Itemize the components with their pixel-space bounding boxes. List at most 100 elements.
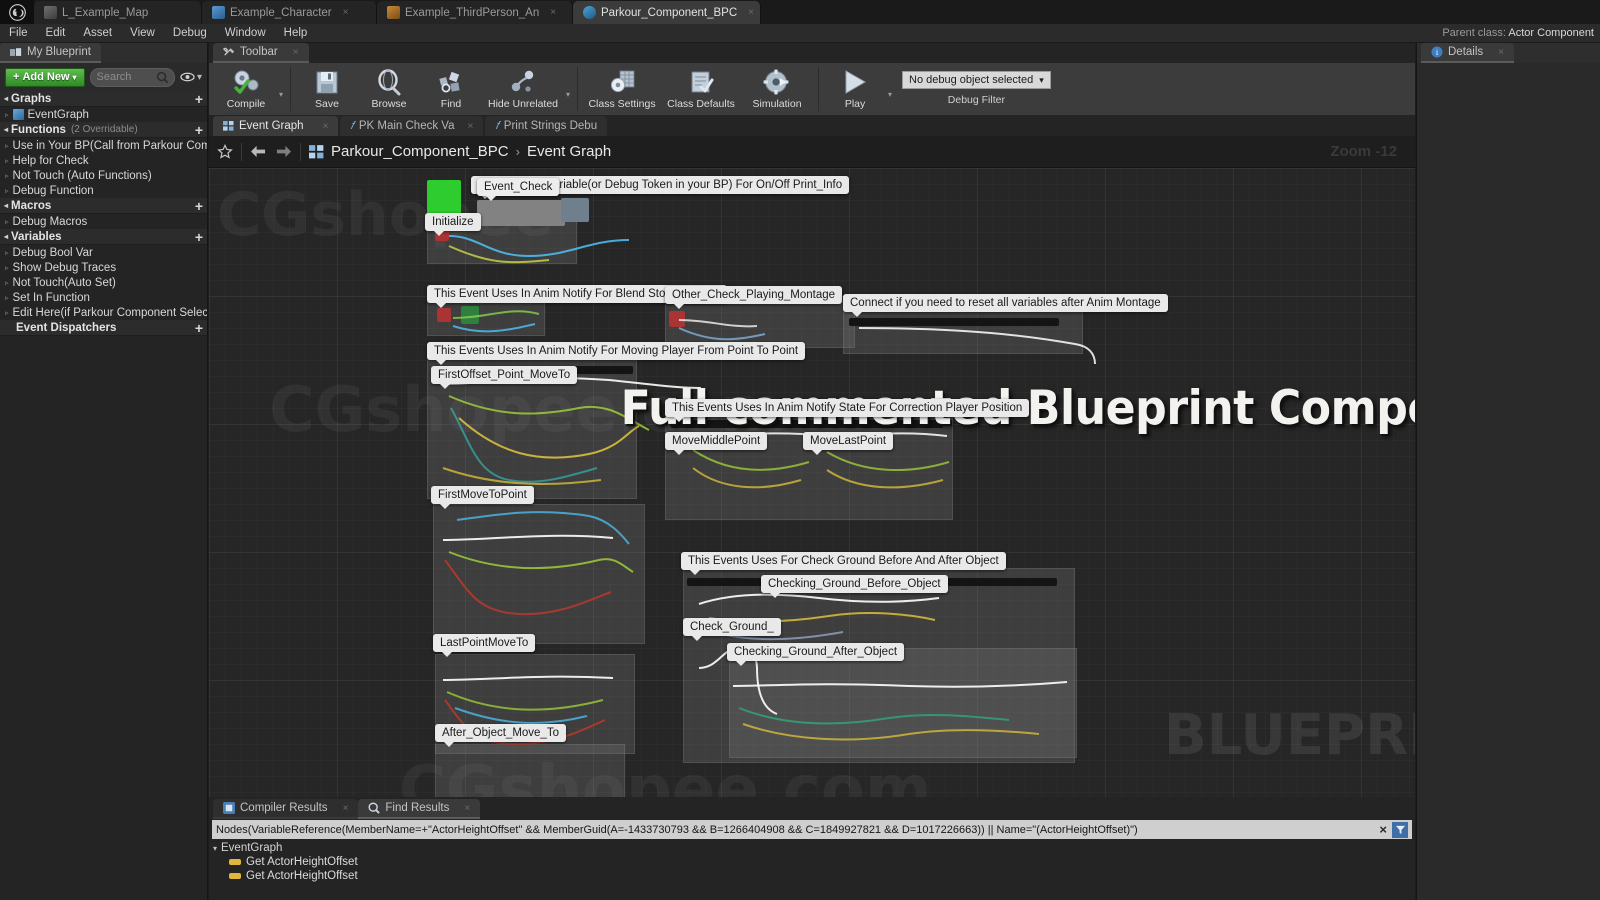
window-tab-2[interactable]: Example_ThirdPerson_An × (377, 1, 573, 24)
panel-close-icon[interactable]: × (293, 47, 299, 58)
expand-icon[interactable]: ▹ (5, 264, 9, 272)
expand-icon[interactable]: ▹ (5, 187, 9, 195)
section-header-functions[interactable]: ◂ Functions (2 Overridable) + (0, 122, 207, 138)
add-dispatcher-icon[interactable]: + (195, 322, 203, 334)
visibility-filter-button[interactable]: ▾ (180, 72, 202, 83)
node-comment-label[interactable]: FirstOffset_Point_MoveTo (431, 366, 577, 384)
tab-close-icon[interactable]: × (464, 803, 470, 814)
blueprint-node[interactable] (561, 198, 589, 222)
node-comment-label[interactable]: Checking_Ground_Before_Object (761, 575, 948, 593)
menu-view[interactable]: View (121, 24, 164, 42)
expand-icon[interactable]: ▹ (5, 279, 9, 287)
node-comment-label[interactable]: This Events Uses For Check Ground Before… (681, 552, 1006, 570)
class-defaults-button[interactable]: Class Defaults (661, 65, 741, 110)
node-comment-label[interactable]: Initialize (425, 213, 481, 231)
list-item[interactable]: ▹Help for Check (0, 153, 207, 168)
menu-edit[interactable]: Edit (37, 24, 75, 42)
list-item[interactable]: ▹Show Debug Traces (0, 260, 207, 275)
tab-toolbar[interactable]: Toolbar × (213, 43, 309, 63)
expand-icon[interactable]: ▹ (5, 172, 9, 180)
save-button[interactable]: Save (296, 65, 358, 110)
menu-asset[interactable]: Asset (74, 24, 121, 42)
node-comment-label[interactable]: FirstMoveToPoint (431, 486, 534, 504)
find-search-input[interactable]: Nodes(VariableReference(MemberName=+"Act… (212, 820, 1412, 839)
compile-dropdown-icon[interactable]: ▾ (279, 82, 283, 99)
clear-search-icon[interactable]: × (1379, 822, 1387, 837)
node-comment-box[interactable] (433, 504, 645, 644)
window-tab-0[interactable]: L_Example_Map (34, 1, 202, 24)
tab-compiler-results[interactable]: Compiler Results × (213, 799, 358, 819)
node-comment-label[interactable]: MoveLastPoint (803, 432, 893, 450)
menu-help[interactable]: Help (275, 24, 317, 42)
tab-close-icon[interactable]: × (468, 121, 474, 132)
tab-close-icon[interactable]: × (748, 7, 754, 18)
list-item[interactable]: ▹Use in Your BP(Call from Parkour Compon… (0, 138, 207, 153)
expand-icon[interactable]: ▹ (5, 249, 9, 257)
node-comment-label[interactable]: Connect if you need to reset all variabl… (843, 294, 1168, 312)
section-header-variables[interactable]: ◂ Variables + (0, 229, 207, 245)
debug-object-select[interactable]: No debug object selected ▾ (902, 71, 1051, 89)
search-input[interactable]: Search (90, 68, 175, 87)
breadcrumb-asset[interactable]: Parkour_Component_BPC (331, 143, 509, 160)
list-item[interactable]: Get ActorHeightOffset (213, 855, 1415, 869)
blueprint-node[interactable] (427, 180, 461, 214)
back-arrow-icon[interactable] (250, 144, 267, 159)
list-item[interactable]: ▹Edit Here(if Parkour Component Select) (0, 305, 207, 320)
blueprint-node[interactable] (437, 308, 451, 322)
menu-window[interactable]: Window (216, 24, 275, 42)
expand-icon[interactable]: ▹ (5, 309, 9, 317)
node-comment-label[interactable]: Check_Ground_ (683, 618, 781, 636)
expand-icon[interactable]: ▹ (5, 111, 9, 119)
list-item[interactable]: ▹Debug Bool Var (0, 245, 207, 260)
section-header-macros[interactable]: ◂ Macros + (0, 198, 207, 214)
blueprint-node[interactable] (461, 306, 479, 324)
favorite-star-icon[interactable] (217, 144, 233, 160)
tab-details[interactable]: i Details × (1421, 43, 1514, 63)
find-button[interactable]: Find (420, 65, 482, 110)
forward-arrow-icon[interactable] (275, 144, 292, 159)
node-comment-label[interactable]: Other_Check_Playing_Montage (665, 286, 842, 304)
node-comment-box[interactable] (729, 648, 1077, 758)
node-comment-label[interactable]: After_Object_Move_To (435, 724, 566, 742)
hide-unrelated-dropdown-icon[interactable]: ▾ (566, 82, 570, 99)
hide-unrelated-button[interactable]: Hide Unrelated (482, 65, 564, 110)
node-comment-label[interactable]: LastPointMoveTo (433, 634, 535, 652)
collapse-icon[interactable]: ▾ (213, 844, 217, 853)
menu-debug[interactable]: Debug (164, 24, 216, 42)
breadcrumb-graph[interactable]: Event Graph (527, 143, 611, 160)
tab-print-strings-debug[interactable]: 𝑓 Print Strings Debu (485, 116, 607, 136)
section-header-event-dispatchers[interactable]: Event Dispatchers + (0, 320, 207, 336)
tab-close-icon[interactable]: × (343, 7, 349, 18)
play-button[interactable]: Play (824, 65, 886, 110)
expand-icon[interactable]: ▹ (5, 142, 9, 150)
compile-button[interactable]: Compile (215, 65, 277, 110)
tab-event-graph[interactable]: Event Graph × (213, 116, 338, 136)
tab-close-icon[interactable]: × (550, 7, 556, 18)
list-item[interactable]: ▹Debug Macros (0, 214, 207, 229)
menu-file[interactable]: File (0, 24, 37, 42)
node-comment-label[interactable]: This Events Uses In Anim Notify State Fo… (665, 399, 1029, 417)
tab-pk-main-check-va[interactable]: 𝑓 PK Main Check Va × (340, 116, 483, 136)
node-comment-label[interactable]: Checking_Ground_After_Object (727, 643, 904, 661)
node-comment-label[interactable]: Event_Check (477, 178, 559, 196)
window-tab-3[interactable]: Parkour_Component_BPC × (573, 1, 761, 24)
list-item[interactable]: ▹Not Touch(Auto Set) (0, 275, 207, 290)
result-group[interactable]: ▾ EventGraph (213, 841, 1415, 855)
expand-icon[interactable]: ▹ (5, 157, 9, 165)
list-item[interactable]: ▹Debug Function (0, 183, 207, 198)
simulation-button[interactable]: Simulation (741, 65, 813, 110)
node-comment-label[interactable]: This Events Uses In Anim Notify For Movi… (427, 342, 805, 360)
window-tab-1[interactable]: Example_Character × (202, 1, 377, 24)
browse-button[interactable]: Browse (358, 65, 420, 110)
filter-icon[interactable] (1392, 822, 1408, 838)
section-header-graphs[interactable]: ◂ Graphs + (0, 91, 207, 107)
parent-class-value[interactable]: Actor Component (1508, 27, 1594, 39)
blueprint-node[interactable] (477, 200, 565, 226)
tab-my-blueprint[interactable]: My Blueprint (0, 43, 101, 63)
node-comment-box[interactable] (435, 744, 625, 797)
tab-find-results[interactable]: Find Results × (358, 799, 480, 819)
list-item-eventgraph[interactable]: ▹ EventGraph (0, 107, 207, 122)
add-function-icon[interactable]: + (195, 124, 203, 136)
event-graph-canvas[interactable]: CGshopee CGshopee.com CGshopee.com BLUEP… (209, 168, 1415, 797)
play-dropdown-icon[interactable]: ▾ (888, 82, 892, 99)
